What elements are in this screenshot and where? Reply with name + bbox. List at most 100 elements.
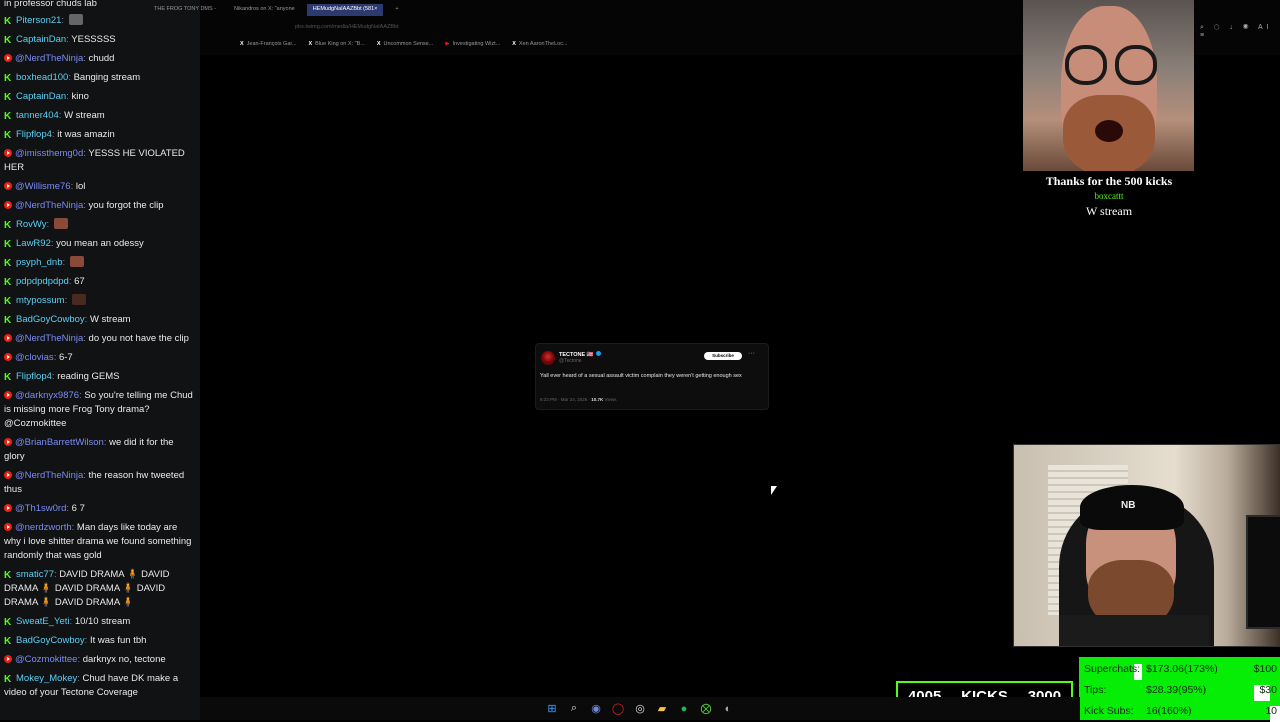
tweet-author-name: TECTONE 🇺🇸 [559, 351, 601, 358]
chat-text: 67 [74, 276, 85, 287]
browser-toolbar-icons[interactable]: ⌕ ⬡ ↓ ◉ AI ≡ [1200, 24, 1280, 39]
address-bar[interactable]: pbs.twimg.com/media/HEMudgNaIAAZBbt [295, 24, 399, 30]
stat-label: Tips: [1084, 684, 1107, 696]
chat-username[interactable]: @NerdTheNinja [15, 53, 83, 64]
chrome-icon[interactable]: ◎ [633, 702, 647, 716]
kick-icon: K [4, 674, 12, 685]
chat-username[interactable]: @nerdzworth [15, 522, 72, 533]
spotify-icon[interactable]: ● [677, 702, 691, 716]
chat-username[interactable]: @NerdTheNinja [15, 200, 83, 211]
chat-username[interactable]: mtypossum [16, 295, 65, 306]
alert-username: boxcattt [1094, 191, 1124, 201]
youtube-icon: ▶ [445, 41, 450, 47]
chat-text: reading GEMS [57, 371, 120, 382]
chat-username[interactable]: boxhead100 [16, 72, 68, 83]
bookmark-item[interactable]: X Uncommon Sense... [377, 41, 434, 47]
chat-message: K CaptainDan: YESSSSS [0, 31, 200, 50]
youtube-icon [4, 438, 12, 446]
browser-tab[interactable]: THE FROG TONY DMS - [148, 4, 222, 16]
verified-badge-icon [595, 351, 601, 356]
chat-username[interactable]: Flipflop4 [16, 129, 52, 140]
chat-username[interactable]: @Willisme76 [15, 181, 71, 192]
taskbar: ⊞ ⌕ ◉ ◯ ◎ ▰ ● ⨂ ◐ [200, 697, 1080, 720]
chat-message: K CaptainDan: kino [0, 88, 200, 107]
stat-row: Kick Subs: 16(160%) 10 [1084, 705, 1280, 722]
search-icon[interactable]: ⌕ [567, 702, 581, 716]
chat-text: 6 7 [71, 503, 85, 514]
chat-username[interactable]: Piterson21 [16, 15, 61, 26]
chat-username[interactable]: @imissthemg0d [15, 148, 83, 159]
discord-icon[interactable]: ◉ [589, 702, 603, 716]
kick-icon: K [4, 111, 12, 122]
cap-logo: NB [1121, 500, 1136, 511]
folder-icon[interactable]: ▰ [655, 702, 669, 716]
chat-username[interactable]: @BrianBarrettWilson [15, 437, 104, 448]
chat-username[interactable]: CaptainDan [16, 34, 66, 45]
chat-username[interactable]: psyph_dnb [16, 257, 62, 268]
chat-username[interactable]: @NerdTheNinja [15, 470, 83, 481]
chat-username[interactable]: BadGoyCowboy [16, 314, 85, 325]
chat-username[interactable]: tanner404 [16, 110, 59, 121]
kick-icon: K [4, 35, 12, 46]
chat-username[interactable]: @Cozmokittee [15, 654, 77, 665]
tweet-meta: 8:23 PM · Mar 24, 2026 · 10.7K Views [540, 397, 617, 402]
x-logo-icon: X [240, 41, 244, 47]
chat-message: Ktanner404: W stream [0, 107, 200, 126]
bookmark-item[interactable]: ▶ Investigating Wizt... [445, 41, 500, 47]
chat-username[interactable]: @darknyx9876 [15, 390, 79, 401]
chat-username[interactable]: Mokey_Mokey [16, 673, 77, 684]
steam-icon[interactable]: ◐ [721, 702, 735, 716]
new-tab-button[interactable]: + [389, 4, 404, 16]
chat-username[interactable]: CaptainDan [16, 91, 66, 102]
kick-icon: K [4, 296, 12, 307]
bookmark-item[interactable]: X Xen AaronTheLoc... [512, 41, 567, 47]
chat-message: K LawR92: you mean an odessy [0, 235, 200, 254]
stat-label: Kick Subs: [1084, 705, 1134, 717]
chat-text: YESSSSS [71, 34, 116, 45]
chat-message: K RovWy: [0, 216, 200, 235]
stat-goal: $30 [1259, 684, 1277, 696]
subscribe-button: Subscribe [704, 352, 742, 360]
glasses-left [1065, 45, 1107, 85]
chat-message: @BrianBarrettWilson: we did it for the g… [0, 434, 200, 467]
chat-username[interactable]: @clovias [15, 352, 54, 363]
youtube-icon [4, 182, 12, 190]
youtube-icon [4, 149, 12, 157]
xbox-icon[interactable]: ⨂ [699, 702, 713, 716]
chat-username[interactable]: smatic77 [16, 569, 54, 580]
chat-message: Ksmatic77: DAVID DRAMA 🧍 DAVID DRAMA 🧍 D… [0, 566, 200, 613]
youtube-icon [4, 334, 12, 342]
chat-text: do you not have the clip [88, 333, 189, 344]
chat-message: Kpsyph_dnb: [0, 254, 200, 273]
tweet-avatar [541, 351, 555, 365]
chat-username[interactable]: @NerdTheNinja [15, 333, 83, 344]
opera-icon[interactable]: ◯ [611, 702, 625, 716]
bookmark-label: Jean-François Gar... [246, 41, 297, 47]
chat-username[interactable]: SweatE_Yeti [16, 616, 70, 627]
chat-message: K Flipflop4: it was amazin [0, 126, 200, 145]
chat-username[interactable]: LawR92 [16, 238, 51, 249]
kick-icon: K [4, 277, 12, 288]
tab-bar: THE FROG TONY DMS - Nikandros on X: "anyo… [148, 4, 405, 16]
chat-username[interactable]: @Th1sw0rd [15, 503, 66, 514]
chat-message: Kboxhead100: Banging stream [0, 69, 200, 88]
emote-icon [53, 218, 68, 229]
browser-tab[interactable]: HEMudgNaIAAZBbt (581× [306, 4, 384, 16]
donation-stats-panel: Superchats: $173.06(173%) $100 Tips: $28.39(… [1079, 657, 1280, 722]
streamer-body [1059, 615, 1209, 646]
chat-username[interactable]: RovWy [16, 219, 47, 230]
bookmark-item[interactable]: X Jean-François Gar... [240, 41, 297, 47]
chat-message: Kmtypossum: [0, 292, 200, 311]
chat-text: kino [71, 91, 89, 102]
glasses-right [1115, 45, 1157, 85]
chat-text: 10/10 stream [74, 616, 131, 627]
chat-username[interactable]: Flipflop4 [16, 371, 52, 382]
browser-tab[interactable]: Nikandros on X: "anyone [228, 4, 301, 16]
chat-username[interactable]: pdpdpdpdpd [16, 276, 69, 287]
kick-alert: Thanks for the 500 kicks boxcattt W stre… [1030, 174, 1188, 219]
chat-username[interactable]: BadGoyCowboy [16, 635, 85, 646]
windows-icon[interactable]: ⊞ [545, 702, 559, 716]
bookmark-item[interactable]: X Blue King on X: "B... [309, 41, 365, 47]
bookmarks-bar: X Jean-François Gar... X Blue King on X: "B… [240, 41, 568, 47]
alert-message: W stream [1085, 204, 1133, 218]
